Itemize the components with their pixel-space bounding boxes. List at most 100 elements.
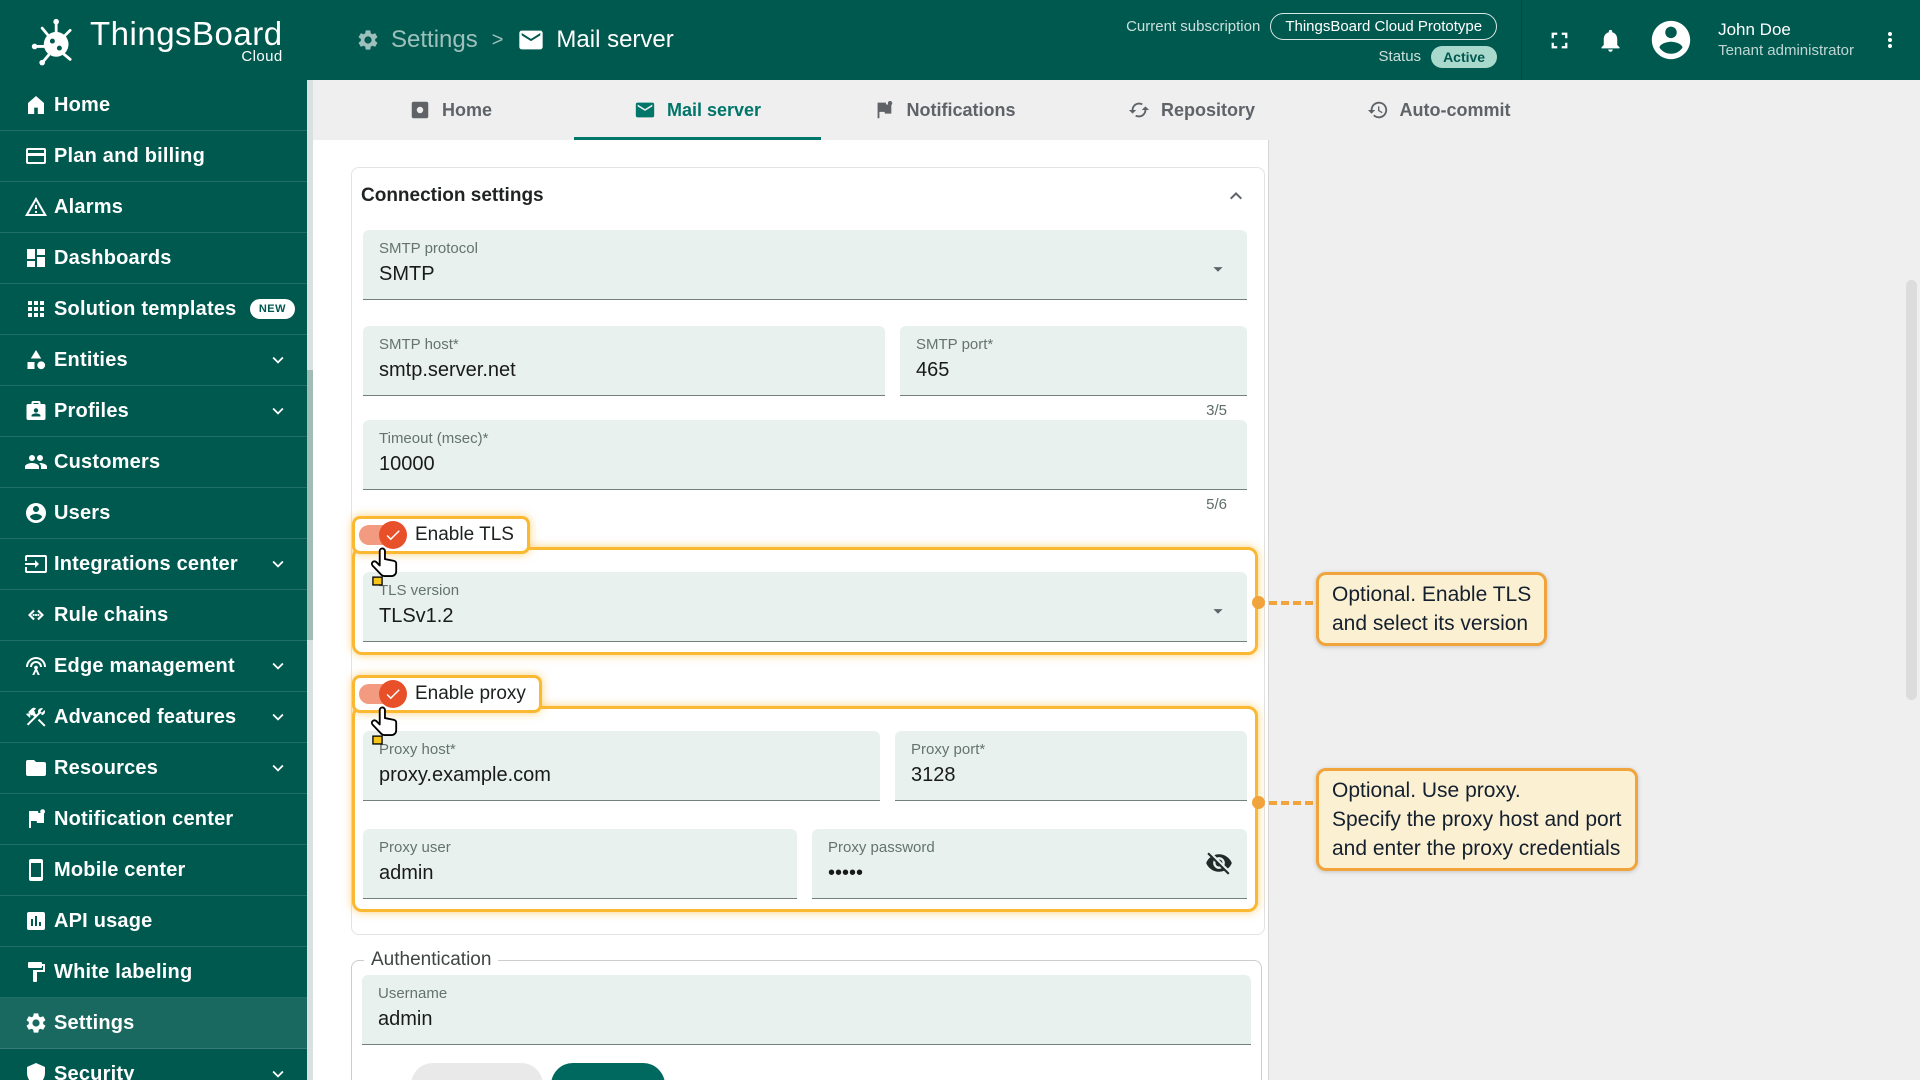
proxy-connector-dot	[1252, 796, 1265, 809]
smtp-port-field[interactable]: SMTP port* 465	[900, 326, 1247, 396]
sidebar-item-profiles[interactable]: Profiles	[0, 386, 313, 437]
smtp-host-field[interactable]: SMTP host* smtp.server.net	[363, 326, 885, 396]
smtp-port-counter: 3/5	[1206, 402, 1227, 419]
auth-toggle-left-button[interactable]	[411, 1063, 543, 1080]
check-icon	[384, 526, 402, 544]
sidebar-item-edge-management[interactable]: Edge management	[0, 641, 313, 692]
sidebar-item-notification-center[interactable]: Notification center	[0, 794, 313, 845]
visibility-off-icon[interactable]	[1205, 849, 1233, 877]
page-scrollbar-thumb[interactable]	[1906, 280, 1917, 700]
user-name: John Doe	[1718, 20, 1791, 39]
chevron-down-icon[interactable]	[267, 349, 289, 371]
tab-mail-server[interactable]: Mail server	[574, 80, 821, 140]
user-block[interactable]: John Doe Tenant administrator	[1718, 19, 1854, 61]
sidebar-scrollbar-thumb[interactable]	[307, 370, 313, 640]
breadcrumb-settings[interactable]: Settings	[356, 26, 478, 54]
tab-notifications[interactable]: Notifications	[821, 80, 1068, 140]
tab-repository[interactable]: Repository	[1068, 80, 1315, 140]
auth-toggle-right-button[interactable]	[551, 1063, 665, 1080]
subscription-pill[interactable]: ThingsBoard Cloud Prototype	[1270, 12, 1498, 40]
kebab-menu-button[interactable]	[1878, 28, 1902, 52]
tab-home[interactable]: Home	[327, 80, 574, 140]
sidebar-item-entities[interactable]: Entities	[0, 335, 313, 386]
check-icon	[384, 685, 402, 703]
avatar[interactable]	[1648, 17, 1694, 63]
entities-category-icon	[24, 348, 48, 372]
subscription-block: Current subscription ThingsBoard Cloud P…	[1126, 12, 1498, 68]
sidebar: Home Plan and billing Alarms Dashboards …	[0, 80, 313, 1080]
dropdown-caret-icon	[1207, 258, 1229, 280]
enable-tls-toggle-row: Enable TLS	[352, 516, 530, 586]
breadcrumb-separator: >	[491, 28, 504, 51]
sidebar-item-alarms[interactable]: Alarms	[0, 182, 313, 233]
fullscreen-button[interactable]	[1546, 27, 1573, 54]
chevron-down-icon[interactable]	[267, 1063, 289, 1080]
tls-connector-dash	[1269, 601, 1313, 605]
brand-subtitle: Cloud	[241, 47, 283, 65]
sidebar-item-home[interactable]: Home	[0, 80, 313, 131]
proxy-port-field[interactable]: Proxy port* 3128	[895, 731, 1247, 801]
auto-commit-history-icon	[1367, 99, 1389, 121]
mail-icon	[517, 26, 545, 54]
settings-tabbar: Home Mail server Notifications Repositor…	[313, 80, 1920, 140]
tab-auto-commit[interactable]: Auto-commit	[1315, 80, 1562, 140]
sidebar-item-plan-and-billing[interactable]: Plan and billing	[0, 131, 313, 182]
connection-settings-card: Connection settings SMTP protocol SMTP S…	[351, 167, 1265, 935]
authentication-legend: Authentication	[371, 949, 492, 970]
rule-chains-icon	[24, 603, 48, 627]
collapse-button[interactable]	[1224, 184, 1248, 208]
chevron-down-icon[interactable]	[267, 655, 289, 677]
proxy-connector-dash	[1269, 801, 1313, 805]
hand-cursor-icon	[369, 546, 403, 586]
smtp-protocol-select[interactable]: SMTP protocol SMTP	[363, 230, 1247, 300]
sidebar-item-security[interactable]: Security	[0, 1049, 313, 1080]
app-header: ThingsBoard Cloud Settings > Mail server…	[0, 0, 1920, 80]
chevron-up-icon	[1224, 184, 1248, 208]
timeout-counter: 5/6	[1206, 496, 1227, 513]
proxy-host-field[interactable]: Proxy host* proxy.example.com	[363, 731, 880, 801]
sidebar-item-rule-chains[interactable]: Rule chains	[0, 590, 313, 641]
solution-templates-grid-icon	[24, 297, 48, 321]
sidebar-item-api-usage[interactable]: API usage	[0, 896, 313, 947]
sidebar-item-solution-templates[interactable]: Solution templates NEW	[0, 284, 313, 335]
chevron-down-icon[interactable]	[267, 706, 289, 728]
authentication-fieldset: Authentication Username admin	[351, 949, 1262, 1080]
mail-icon	[634, 99, 656, 121]
sidebar-item-mobile-center[interactable]: Mobile center	[0, 845, 313, 896]
enable-proxy-label: Enable proxy	[415, 683, 526, 704]
timeout-field[interactable]: Timeout (msec)* 10000	[363, 420, 1247, 490]
chevron-down-icon[interactable]	[267, 757, 289, 779]
username-field[interactable]: Username admin	[362, 975, 1251, 1045]
profiles-badge-icon	[24, 399, 48, 423]
chevron-down-icon[interactable]	[267, 400, 289, 422]
integrations-input-icon	[24, 552, 48, 576]
sidebar-item-resources[interactable]: Resources	[0, 743, 313, 794]
header-divider	[1521, 0, 1523, 80]
sidebar-item-white-labeling[interactable]: White labeling	[0, 947, 313, 998]
sidebar-item-users[interactable]: Users	[0, 488, 313, 539]
brand[interactable]: ThingsBoard Cloud	[0, 12, 330, 68]
tls-version-select[interactable]: TLS version TLSv1.2	[363, 572, 1247, 642]
sidebar-item-advanced-features[interactable]: Advanced features	[0, 692, 313, 743]
tls-connector-dot	[1252, 596, 1265, 609]
sidebar-item-dashboards[interactable]: Dashboards	[0, 233, 313, 284]
enable-proxy-toggle[interactable]	[358, 680, 407, 708]
sidebar-item-settings[interactable]: Settings	[0, 998, 313, 1049]
enable-proxy-annotation: Enable proxy Proxy host* proxy.example.c…	[352, 675, 1258, 912]
sidebar-item-integrations-center[interactable]: Integrations center	[0, 539, 313, 590]
enable-tls-toggle[interactable]	[358, 521, 407, 549]
security-shield-icon	[24, 1062, 48, 1080]
chevron-down-icon[interactable]	[267, 553, 289, 575]
proxy-password-field[interactable]: Proxy password •••••	[812, 829, 1247, 899]
proxy-user-field[interactable]: Proxy user admin	[363, 829, 797, 899]
gear-icon	[356, 28, 380, 52]
section-title: Connection settings	[361, 185, 544, 206]
tls-tooltip: Optional. Enable TLS and select its vers…	[1316, 572, 1548, 646]
edge-management-antenna-icon	[24, 654, 48, 678]
bell-icon	[1597, 27, 1624, 54]
notifications-bell-button[interactable]	[1597, 27, 1624, 54]
dropdown-caret-icon	[1207, 600, 1229, 622]
breadcrumb-mail-server[interactable]: Mail server	[517, 26, 674, 54]
proxy-tooltip: Optional. Use proxy. Specify the proxy h…	[1316, 768, 1638, 871]
sidebar-item-customers[interactable]: Customers	[0, 437, 313, 488]
